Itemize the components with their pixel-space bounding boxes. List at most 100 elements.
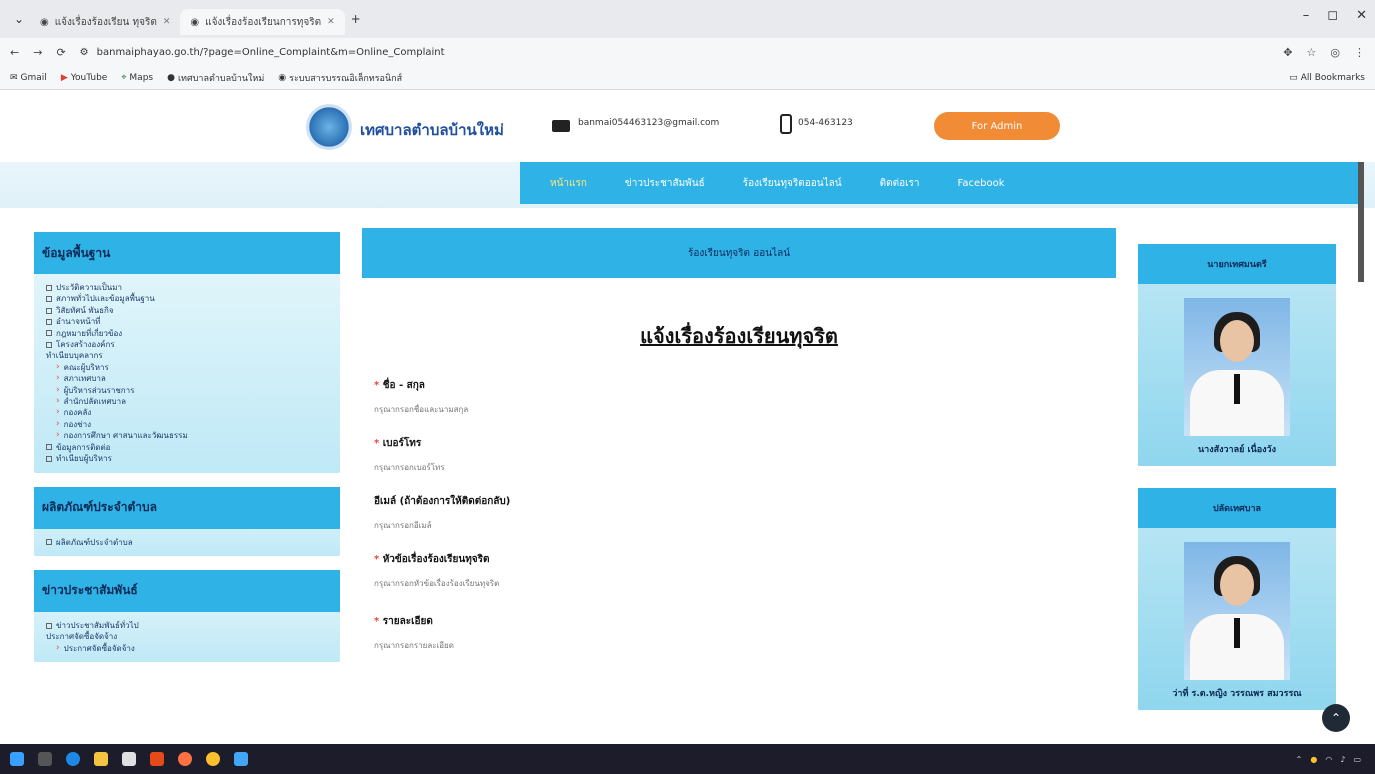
sidebar-link[interactable]: กฎหมายที่เกี่ยวข้อง xyxy=(46,328,328,339)
nav-item-contact[interactable]: ติดต่อเรา xyxy=(880,176,920,191)
star-icon[interactable]: ☆ xyxy=(1307,46,1317,59)
chevron-up-icon: ⌃ xyxy=(1330,711,1342,725)
bookmark-youtube[interactable]: ▶ YouTube xyxy=(61,73,108,83)
site-info-icon[interactable]: ⚙ xyxy=(80,47,89,58)
office-icon[interactable] xyxy=(150,752,164,766)
sidebar-sublink[interactable]: › สภาเทศบาล xyxy=(46,373,328,384)
nav-item-complaint[interactable]: ร้องเรียนทุจริตออนไลน์ xyxy=(743,176,842,191)
bookmark-document-system[interactable]: ◉ ระบบสารบรรณอิเล็กทรอนิกส์ xyxy=(278,71,402,85)
folder-icon: ▭ xyxy=(1289,72,1298,83)
square-bullet-icon xyxy=(46,284,52,291)
sidebar-link[interactable]: ประกาศจัดซื้อจัดจ้าง xyxy=(46,631,328,642)
globe-icon: ◉ xyxy=(40,16,49,28)
nav-item-home[interactable]: หน้าแรก xyxy=(550,176,587,191)
sidebar-sublink[interactable]: › ประกาศจัดซื้อจัดจ้าง xyxy=(46,643,328,654)
page-scrollbar[interactable] xyxy=(1358,162,1364,282)
search-icon[interactable] xyxy=(38,752,52,766)
square-bullet-icon xyxy=(46,318,52,325)
mayor-photo[interactable] xyxy=(1184,298,1290,436)
bookmark-gmail[interactable]: ✉ Gmail xyxy=(10,73,47,83)
extensions-icon[interactable]: ✥ xyxy=(1283,46,1292,59)
sidebar-link[interactable]: ข่าวประชาสัมพันธ์ทั่วไป xyxy=(46,620,328,631)
file-explorer-icon[interactable] xyxy=(94,752,108,766)
panel-title: ปลัดเทศบาล xyxy=(1138,488,1336,528)
sidebar-link[interactable]: อำนาจหน้าที่ xyxy=(46,316,328,327)
sidebar-link[interactable]: ข้อมูลการติดต่อ xyxy=(46,442,328,453)
close-tab-icon[interactable]: ✕ xyxy=(163,17,171,27)
site-name[interactable]: เทศบาลตำบลบ้านใหม่ xyxy=(360,118,504,142)
store-icon[interactable] xyxy=(122,752,136,766)
new-tab-button[interactable]: + xyxy=(345,12,367,26)
close-window-icon[interactable]: ✕ xyxy=(1356,8,1367,23)
forward-icon[interactable]: → xyxy=(33,46,42,59)
windows-start-icon[interactable] xyxy=(10,752,24,766)
sidebar-link[interactable]: ทำเนียบผู้บริหาร xyxy=(46,453,328,464)
sidebar-link[interactable]: ประวัติความเป็นมา xyxy=(46,282,328,293)
browser-tab-2[interactable]: ◉ แจ้งเรื่องร้องเรียนการทุจริต ✕ xyxy=(180,9,345,35)
square-bullet-icon xyxy=(46,341,52,348)
notification-icon[interactable]: ▭ xyxy=(1353,755,1361,764)
name-field[interactable] xyxy=(374,400,894,418)
chevron-right-icon: › xyxy=(56,361,60,372)
reload-icon[interactable]: ⟳ xyxy=(56,46,65,59)
sidebar-sublink[interactable]: › คณะผู้บริหาร xyxy=(46,362,328,373)
name-label: * ชื่อ - สกุล xyxy=(374,380,425,391)
firefox-icon[interactable] xyxy=(178,752,192,766)
tray-app-icon[interactable]: ● xyxy=(1310,755,1317,764)
profile-icon[interactable]: ◎ xyxy=(1330,46,1340,59)
sidebar-link[interactable]: สภาพทั่วไปและข้อมูลพื้นฐาน xyxy=(46,293,328,304)
bookmark-maps[interactable]: ⌖ Maps xyxy=(121,73,153,83)
square-bullet-icon xyxy=(46,539,52,546)
panel-title: นายกเทศมนตรี xyxy=(1138,244,1336,284)
phone-field[interactable] xyxy=(374,458,894,476)
scroll-to-top-button[interactable]: ⌃ xyxy=(1322,704,1350,732)
tray-arrow-icon[interactable]: ⌃ xyxy=(1296,755,1303,764)
back-icon[interactable]: ← xyxy=(10,46,19,59)
close-tab-icon[interactable]: ✕ xyxy=(327,17,335,27)
all-bookmarks[interactable]: ▭ All Bookmarks xyxy=(1289,73,1365,83)
sidebar-sublink[interactable]: › กองคลัง xyxy=(46,407,328,418)
sidebar-link[interactable]: วิสัยทัศน์ พันธกิจ xyxy=(46,305,328,316)
nav-item-facebook[interactable]: Facebook xyxy=(958,178,1005,189)
sidebar-link[interactable]: โครงสร้างองค์กร xyxy=(46,339,328,350)
minimize-icon[interactable]: – xyxy=(1303,8,1310,23)
mail-icon xyxy=(552,120,570,132)
sidebar-sublink[interactable]: › ผู้บริหารส่วนราชการ xyxy=(46,385,328,396)
photos-icon[interactable] xyxy=(234,752,248,766)
chevron-right-icon: › xyxy=(56,384,60,395)
contact-phone: 054-463123 xyxy=(798,118,853,128)
network-icon[interactable]: ◠ xyxy=(1325,755,1332,764)
address-bar[interactable]: ⚙ banmaiphayao.go.th/?page=Online_Compla… xyxy=(79,41,1270,63)
edge-icon[interactable] xyxy=(66,752,80,766)
right-sidebar: นายกเทศมนตรี นางสังวาลย์ เนื่องวัง ปลัดเ… xyxy=(1138,244,1336,732)
bookmark-municipality[interactable]: ● เทศบาลตำบลบ้านใหม่ xyxy=(167,71,264,85)
browser-tab-title: แจ้งเรื่องร้องเรียนการทุจริต xyxy=(205,16,322,28)
email-field[interactable] xyxy=(374,516,894,534)
square-bullet-icon xyxy=(46,330,52,337)
panel-news: ข่าวประชาสัมพันธ์ ข่าวประชาสัมพันธ์ทั่วไ… xyxy=(34,569,340,663)
nav-item-news[interactable]: ข่าวประชาสัมพันธ์ xyxy=(625,176,705,191)
sidebar-sublink[interactable]: › สำนักปลัดเทศบาล xyxy=(46,396,328,407)
municipality-logo[interactable] xyxy=(306,104,352,150)
phone-icon xyxy=(780,114,792,134)
clerk-photo[interactable] xyxy=(1184,542,1290,680)
sidebar-sublink[interactable]: › กองการศึกษา ศาสนาและวัฒนธรรม xyxy=(46,430,328,441)
sidebar-sublink[interactable]: › กองช่าง xyxy=(46,419,328,430)
left-sidebar: ข้อมูลพื้นฐาน ประวัติความเป็นมา สภาพทั่ว… xyxy=(34,232,340,676)
volume-icon[interactable]: ♪ xyxy=(1340,755,1345,764)
kebab-menu-icon[interactable]: ⋮ xyxy=(1354,46,1365,59)
subject-field[interactable] xyxy=(374,574,894,592)
globe-icon: ◉ xyxy=(190,16,200,28)
details-field[interactable] xyxy=(374,636,894,654)
sidebar-link[interactable]: ผลิตภัณฑ์ประจำตำบล xyxy=(46,537,328,548)
tab-search-icon[interactable]: ⌄ xyxy=(8,12,30,26)
details-label: * รายละเอียด xyxy=(374,616,433,627)
globe-icon: ◉ xyxy=(278,72,287,83)
admin-button[interactable]: For Admin xyxy=(934,112,1060,140)
maximize-icon[interactable]: ◻ xyxy=(1327,8,1338,23)
globe-icon: ● xyxy=(167,72,175,83)
section-header: ร้องเรียนทุจริต ออนไลน์ xyxy=(362,228,1116,278)
window-controls: – ◻ ✕ xyxy=(1303,8,1367,23)
browser-tab-1[interactable]: ◉ แจ้งเรื่องร้องเรียน ทุจริต ✕ xyxy=(30,9,180,35)
chrome-icon[interactable] xyxy=(206,752,220,766)
